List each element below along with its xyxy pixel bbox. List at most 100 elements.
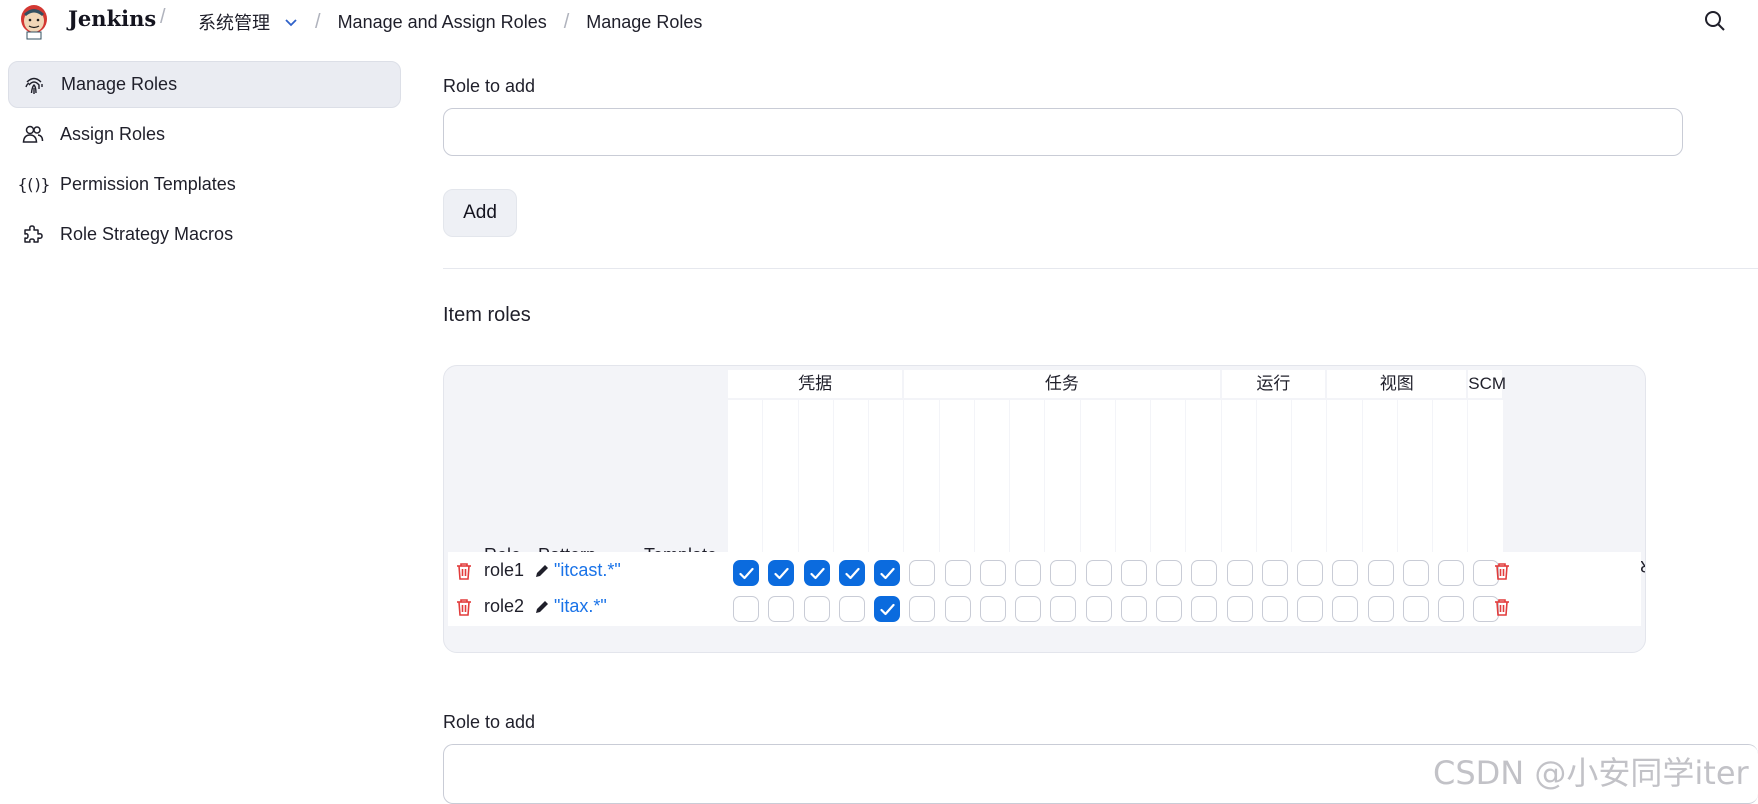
brand-name[interactable]: Jenkins	[68, 6, 156, 31]
permission-column-header: Read	[1433, 400, 1645, 576]
jenkins-logo-icon[interactable]	[16, 2, 52, 40]
permission-column-header: Create	[1010, 400, 1229, 576]
permission-checkbox[interactable]	[944, 560, 971, 586]
sidebar-item-label: Assign Roles	[60, 123, 166, 144]
permission-column-header: Tag	[1468, 400, 1503, 572]
permission-checkbox[interactable]	[1367, 596, 1394, 622]
breadcrumb-separator: /	[160, 6, 166, 28]
sidebar-item-manage-roles[interactable]: Manage Roles	[8, 61, 401, 108]
sidebar-item-label: Permission Templates	[60, 173, 236, 194]
breadcrumb-separator: /	[315, 10, 321, 33]
permission-checkbox[interactable]	[1261, 560, 1288, 586]
permission-checkbox[interactable]	[944, 596, 971, 622]
sidebar-item-label: Role Strategy Macros	[60, 223, 234, 244]
permission-column-header: Read	[1151, 400, 1370, 576]
role-name: role2	[484, 596, 525, 616]
trash-icon[interactable]	[456, 598, 472, 616]
breadcrumb-separator: /	[563, 10, 570, 33]
trash-icon[interactable]	[1494, 598, 1510, 616]
permission-checkbox[interactable]	[768, 596, 795, 622]
permission-checkbox[interactable]	[1297, 560, 1323, 586]
permission-group-header: 任务	[904, 370, 1220, 398]
permission-checkbox[interactable]	[838, 560, 865, 586]
permission-column-header: Delete	[1397, 400, 1617, 576]
fingerprint-icon	[23, 74, 45, 96]
trash-icon[interactable]	[1494, 562, 1510, 580]
permission-checkbox[interactable]	[1402, 560, 1429, 586]
permission-checkbox[interactable]	[1332, 596, 1359, 622]
watermark: CSDN @小安同学iter	[1433, 754, 1749, 792]
permission-column-header: Create	[1362, 400, 1582, 576]
chevron-down-icon[interactable]	[284, 15, 298, 29]
breadcrumb-item-manage-assign[interactable]: Manage and Assign Roles	[338, 12, 547, 33]
permission-checkbox[interactable]	[768, 560, 795, 586]
sidebar-item-role-strategy-macros[interactable]: Role Strategy Macros	[8, 210, 401, 258]
item-roles-title: Item roles	[443, 304, 531, 326]
permission-checkbox[interactable]	[1015, 560, 1041, 586]
sidebar-item-label: Manage Roles	[61, 74, 178, 94]
permission-checkbox[interactable]	[1261, 596, 1288, 622]
permission-group-header: SCM	[1468, 370, 1506, 398]
permission-checkbox[interactable]	[803, 560, 830, 586]
users-icon	[22, 123, 44, 145]
braces-icon: {()}	[17, 174, 51, 194]
permission-checkbox[interactable]	[1120, 560, 1147, 586]
permission-checkbox[interactable]	[874, 596, 900, 622]
trash-icon[interactable]	[456, 562, 472, 580]
breadcrumb-item-manage-roles: Manage Roles	[586, 11, 703, 32]
permission-checkbox[interactable]	[909, 596, 936, 622]
permission-checkbox[interactable]	[1402, 596, 1429, 622]
permission-checkbox[interactable]	[1438, 560, 1464, 586]
pencil-icon[interactable]	[534, 563, 550, 584]
permission-group-header: 凭据	[728, 370, 903, 398]
top-bar: Jenkins / 系统管理 / Manage and Assign Roles…	[0, 0, 1758, 42]
permission-column-header: Cancel	[939, 400, 1159, 576]
search-icon[interactable]	[1704, 10, 1726, 32]
permission-column-header: Build	[904, 400, 1123, 576]
permission-checkbox[interactable]	[1120, 596, 1147, 622]
permission-column-header: Update	[1292, 400, 1511, 576]
permission-checkbox[interactable]	[803, 596, 830, 622]
permission-column-header: Workspace	[1186, 400, 1405, 576]
permission-checkbox[interactable]	[1226, 596, 1253, 622]
role-pattern[interactable]: "itax.*"	[554, 596, 607, 617]
permission-checkbox[interactable]	[1226, 560, 1253, 586]
sidebar-item-assign-roles[interactable]: Assign Roles	[8, 110, 401, 158]
role-to-add-input[interactable]	[443, 108, 1683, 156]
permission-checkbox[interactable]	[1015, 596, 1041, 622]
permission-column-header: Delete	[1221, 400, 1441, 576]
permission-checkbox[interactable]	[838, 596, 865, 622]
permission-checkbox[interactable]	[1438, 596, 1464, 622]
sidebar-item-permission-templates[interactable]: {()} Permission Templates	[8, 160, 401, 208]
permission-column-header: Configure	[974, 400, 1194, 576]
permission-checkbox[interactable]	[1156, 560, 1182, 586]
permission-checkbox[interactable]	[1332, 560, 1359, 586]
permission-column-header: Replay	[1256, 400, 1476, 576]
permission-group-header: 视图	[1327, 370, 1467, 398]
permission-checkbox[interactable]	[1085, 560, 1112, 586]
permission-checkbox[interactable]	[909, 560, 936, 586]
permission-checkbox[interactable]	[1050, 560, 1077, 586]
permission-group-header: 运行	[1221, 370, 1326, 398]
breadcrumb-item-system[interactable]: 系统管理	[198, 9, 270, 35]
permission-checkbox[interactable]	[1191, 560, 1218, 586]
permission-column-header: Delete	[1045, 400, 1264, 576]
permission-checkbox[interactable]	[979, 596, 1006, 622]
permission-checkbox[interactable]	[979, 560, 1006, 586]
permission-column-header: Update	[833, 400, 1053, 576]
permission-checkbox[interactable]	[1050, 596, 1077, 622]
permission-checkbox[interactable]	[1156, 596, 1182, 622]
permission-checkbox[interactable]	[733, 560, 759, 586]
permission-checkbox[interactable]	[874, 560, 900, 586]
permission-checkbox[interactable]	[1191, 596, 1218, 622]
permission-checkbox[interactable]	[1085, 596, 1112, 622]
permission-checkbox[interactable]	[1367, 560, 1394, 586]
permission-checkbox[interactable]	[1297, 596, 1323, 622]
permission-column-header: Move	[1115, 400, 1335, 576]
sidebar: Manage Roles Assign Roles {()} Permissio…	[8, 61, 401, 260]
add-button[interactable]: Add	[443, 189, 517, 237]
role-pattern[interactable]: "itcast.*"	[554, 560, 621, 581]
permission-checkbox[interactable]	[733, 596, 759, 622]
role-to-add-label: Role to add	[443, 76, 536, 96]
pencil-icon[interactable]	[534, 599, 550, 620]
